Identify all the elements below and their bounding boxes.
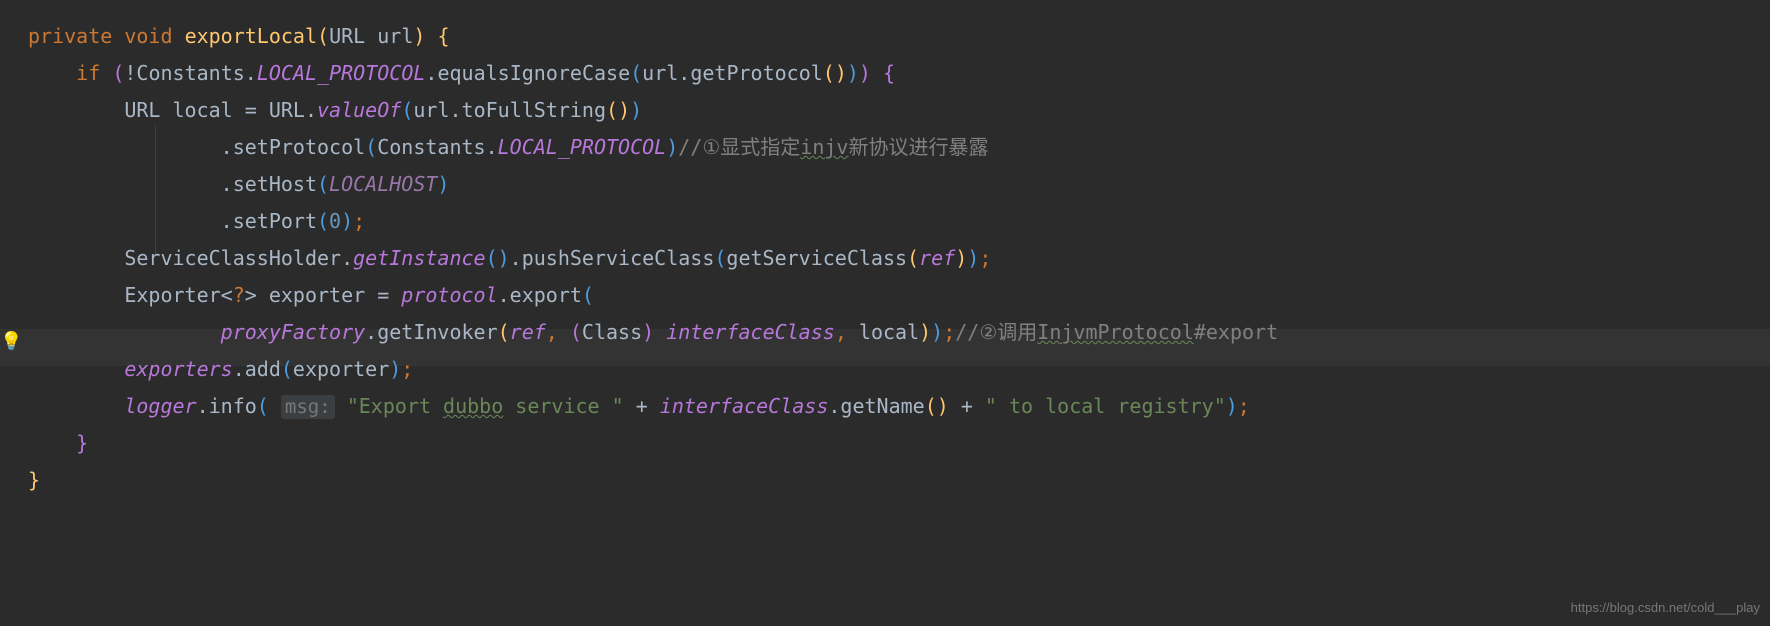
close-brace-if: } <box>76 431 88 455</box>
string-2: " to local registry" <box>985 394 1226 418</box>
number-zero: 0 <box>329 209 341 233</box>
field-logger: logger <box>124 394 196 418</box>
param-name: url <box>377 24 413 48</box>
watermark: https://blog.csdn.net/cold___play <box>1571 596 1760 620</box>
line-7: ServiceClassHolder.getInstance().pushSer… <box>124 246 991 270</box>
param-hint: msg: <box>281 395 335 419</box>
line-10: exporters.add(exporter); <box>124 357 413 381</box>
keyword-if: if <box>76 61 100 85</box>
field-ref: ref <box>919 246 955 270</box>
code-block: private void exportLocal(URL url) { if (… <box>0 0 1770 499</box>
close-brace-method: } <box>28 468 40 492</box>
field-proxyFactory: proxyFactory <box>221 320 366 344</box>
line-8: Exporter<?> exporter = protocol.export( <box>124 283 594 307</box>
intention-bulb-icon[interactable]: 💡 <box>0 325 22 358</box>
keyword-void: void <box>124 24 172 48</box>
line-2: if (!Constants.LOCAL_PROTOCOL.equalsIgno… <box>76 61 895 85</box>
comment-1: //①显式指定injv新协议进行暴露 <box>678 135 988 159</box>
line-3: URL local = URL.valueOf(url.toFullString… <box>124 98 642 122</box>
line-1: private void exportLocal(URL url) { <box>28 24 450 48</box>
line-6: .setPort(0); <box>221 209 366 233</box>
field-exporters: exporters <box>124 357 232 381</box>
line-4: .setProtocol(Constants.LOCAL_PROTOCOL)//… <box>221 135 989 159</box>
line-11: logger.info( msg: "Export dubbo service … <box>124 394 1250 418</box>
param-type: URL <box>329 24 365 48</box>
string-1: "Export dubbo service " <box>347 394 624 418</box>
line-5: .setHost(LOCALHOST) <box>221 172 450 196</box>
line-9: proxyFactory.getInvoker(ref, (Class) int… <box>221 320 1278 344</box>
method-name: exportLocal <box>185 24 317 48</box>
comment-2: //②调用InjvmProtocol#export <box>955 320 1278 344</box>
field-protocol: protocol <box>401 283 497 307</box>
keyword-private: private <box>28 24 112 48</box>
static-valueOf: valueOf <box>317 98 401 122</box>
const-localhost: LOCALHOST <box>329 172 437 196</box>
const-local-protocol: LOCAL_PROTOCOL <box>257 61 426 85</box>
